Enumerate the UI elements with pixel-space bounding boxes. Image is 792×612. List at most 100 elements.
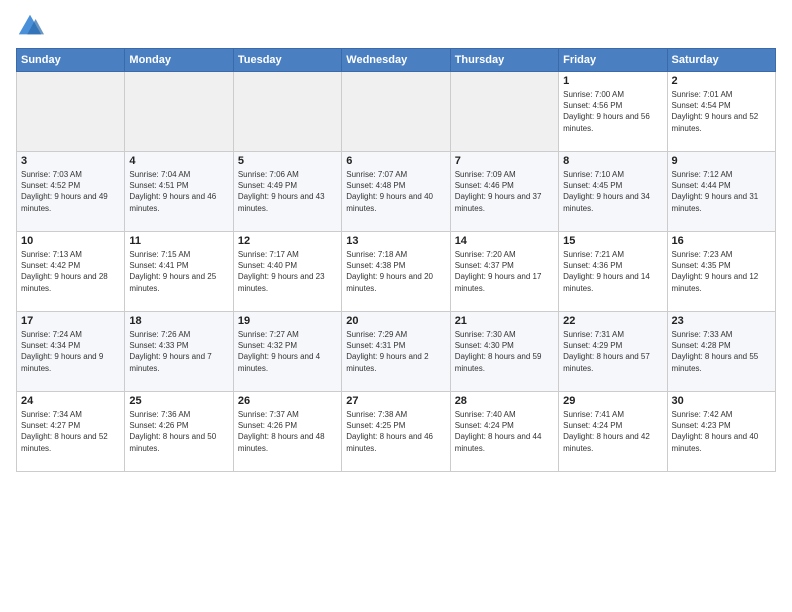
day-cell-29: 29 Sunrise: 7:41 AM Sunset: 4:24 PM Dayli… xyxy=(559,392,667,472)
day-number: 17 xyxy=(21,315,120,327)
day-number: 2 xyxy=(672,75,771,87)
day-cell-6: 6 Sunrise: 7:07 AM Sunset: 4:48 PM Daylig… xyxy=(342,152,450,232)
day-cell-9: 9 Sunrise: 7:12 AM Sunset: 4:44 PM Daylig… xyxy=(667,152,775,232)
calendar-table: SundayMondayTuesdayWednesdayThursdayFrid… xyxy=(16,48,776,472)
day-cell-3: 3Sunrise: 7:03 AM Sunset: 4:52 PM Daylig… xyxy=(17,152,125,232)
day-cell-18: 18 Sunrise: 7:26 AM Sunset: 4:33 PM Dayli… xyxy=(125,312,233,392)
day-number: 19 xyxy=(238,315,337,327)
day-info: Sunrise: 7:31 AM Sunset: 4:29 PM Dayligh… xyxy=(563,329,662,374)
day-cell-23: 23 Sunrise: 7:33 AM Sunset: 4:28 PM Dayli… xyxy=(667,312,775,392)
day-info: Sunrise: 7:30 AM Sunset: 4:30 PM Dayligh… xyxy=(455,329,554,374)
day-info: Sunrise: 7:17 AM Sunset: 4:40 PM Dayligh… xyxy=(238,249,337,294)
day-info: Sunrise: 7:37 AM Sunset: 4:26 PM Dayligh… xyxy=(238,409,337,454)
day-number: 18 xyxy=(129,315,228,327)
page: SundayMondayTuesdayWednesdayThursdayFrid… xyxy=(0,0,792,612)
day-info: Sunrise: 7:04 AM Sunset: 4:51 PM Dayligh… xyxy=(129,169,228,214)
week-row-4: 17 Sunrise: 7:24 AM Sunset: 4:34 PM Dayli… xyxy=(17,312,776,392)
day-cell-empty xyxy=(342,72,450,152)
day-cell-25: 25 Sunrise: 7:36 AM Sunset: 4:26 PM Dayli… xyxy=(125,392,233,472)
day-number: 11 xyxy=(129,235,228,247)
day-info: Sunrise: 7:36 AM Sunset: 4:26 PM Dayligh… xyxy=(129,409,228,454)
day-cell-4: 4 Sunrise: 7:04 AM Sunset: 4:51 PM Daylig… xyxy=(125,152,233,232)
day-number: 23 xyxy=(672,315,771,327)
day-number: 27 xyxy=(346,395,445,407)
day-number: 6 xyxy=(346,155,445,167)
day-info: Sunrise: 7:24 AM Sunset: 4:34 PM Dayligh… xyxy=(21,329,120,374)
day-info: Sunrise: 7:01 AM Sunset: 4:54 PM Dayligh… xyxy=(672,89,771,134)
day-cell-5: 5Sunrise: 7:06 AM Sunset: 4:49 PM Daylig… xyxy=(233,152,341,232)
weekday-header-saturday: Saturday xyxy=(667,49,775,72)
day-info: Sunrise: 7:03 AM Sunset: 4:52 PM Dayligh… xyxy=(21,169,120,214)
day-number: 24 xyxy=(21,395,120,407)
day-info: Sunrise: 7:26 AM Sunset: 4:33 PM Dayligh… xyxy=(129,329,228,374)
day-info: Sunrise: 7:10 AM Sunset: 4:45 PM Dayligh… xyxy=(563,169,662,214)
week-row-5: 24 Sunrise: 7:34 AM Sunset: 4:27 PM Dayli… xyxy=(17,392,776,472)
day-number: 20 xyxy=(346,315,445,327)
day-info: Sunrise: 7:21 AM Sunset: 4:36 PM Dayligh… xyxy=(563,249,662,294)
day-number: 16 xyxy=(672,235,771,247)
day-number: 29 xyxy=(563,395,662,407)
day-number: 22 xyxy=(563,315,662,327)
weekday-header-sunday: Sunday xyxy=(17,49,125,72)
weekday-header-thursday: Thursday xyxy=(450,49,558,72)
day-number: 1 xyxy=(563,75,662,87)
day-cell-19: 19 Sunrise: 7:27 AM Sunset: 4:32 PM Dayli… xyxy=(233,312,341,392)
day-cell-24: 24 Sunrise: 7:34 AM Sunset: 4:27 PM Dayli… xyxy=(17,392,125,472)
day-cell-empty xyxy=(450,72,558,152)
header xyxy=(16,12,776,40)
weekday-header-friday: Friday xyxy=(559,49,667,72)
day-info: Sunrise: 7:20 AM Sunset: 4:37 PM Dayligh… xyxy=(455,249,554,294)
day-info: Sunrise: 7:34 AM Sunset: 4:27 PM Dayligh… xyxy=(21,409,120,454)
day-cell-27: 27 Sunrise: 7:38 AM Sunset: 4:25 PM Dayli… xyxy=(342,392,450,472)
day-number: 8 xyxy=(563,155,662,167)
day-cell-28: 28Sunrise: 7:40 AM Sunset: 4:24 PM Dayli… xyxy=(450,392,558,472)
day-info: Sunrise: 7:07 AM Sunset: 4:48 PM Dayligh… xyxy=(346,169,445,214)
day-cell-1: 1 Sunrise: 7:00 AM Sunset: 4:56 PM Daylig… xyxy=(559,72,667,152)
day-info: Sunrise: 7:38 AM Sunset: 4:25 PM Dayligh… xyxy=(346,409,445,454)
day-info: Sunrise: 7:27 AM Sunset: 4:32 PM Dayligh… xyxy=(238,329,337,374)
weekday-header-tuesday: Tuesday xyxy=(233,49,341,72)
day-cell-empty xyxy=(125,72,233,152)
day-info: Sunrise: 7:41 AM Sunset: 4:24 PM Dayligh… xyxy=(563,409,662,454)
day-info: Sunrise: 7:15 AM Sunset: 4:41 PM Dayligh… xyxy=(129,249,228,294)
day-cell-20: 20 Sunrise: 7:29 AM Sunset: 4:31 PM Dayli… xyxy=(342,312,450,392)
day-info: Sunrise: 7:33 AM Sunset: 4:28 PM Dayligh… xyxy=(672,329,771,374)
day-cell-26: 26 Sunrise: 7:37 AM Sunset: 4:26 PM Dayli… xyxy=(233,392,341,472)
logo-icon xyxy=(16,12,44,40)
day-number: 26 xyxy=(238,395,337,407)
day-cell-7: 7Sunrise: 7:09 AM Sunset: 4:46 PM Daylig… xyxy=(450,152,558,232)
day-info: Sunrise: 7:23 AM Sunset: 4:35 PM Dayligh… xyxy=(672,249,771,294)
day-cell-13: 13Sunrise: 7:18 AM Sunset: 4:38 PM Dayli… xyxy=(342,232,450,312)
day-number: 12 xyxy=(238,235,337,247)
weekday-header-monday: Monday xyxy=(125,49,233,72)
week-row-3: 10Sunrise: 7:13 AM Sunset: 4:42 PM Dayli… xyxy=(17,232,776,312)
day-cell-30: 30Sunrise: 7:42 AM Sunset: 4:23 PM Dayli… xyxy=(667,392,775,472)
week-row-1: 1 Sunrise: 7:00 AM Sunset: 4:56 PM Daylig… xyxy=(17,72,776,152)
day-cell-11: 11 Sunrise: 7:15 AM Sunset: 4:41 PM Dayli… xyxy=(125,232,233,312)
day-info: Sunrise: 7:40 AM Sunset: 4:24 PM Dayligh… xyxy=(455,409,554,454)
day-cell-empty xyxy=(233,72,341,152)
day-cell-15: 15Sunrise: 7:21 AM Sunset: 4:36 PM Dayli… xyxy=(559,232,667,312)
day-info: Sunrise: 7:12 AM Sunset: 4:44 PM Dayligh… xyxy=(672,169,771,214)
weekday-header-row: SundayMondayTuesdayWednesdayThursdayFrid… xyxy=(17,49,776,72)
day-info: Sunrise: 7:18 AM Sunset: 4:38 PM Dayligh… xyxy=(346,249,445,294)
day-cell-10: 10Sunrise: 7:13 AM Sunset: 4:42 PM Dayli… xyxy=(17,232,125,312)
logo xyxy=(16,12,48,40)
day-info: Sunrise: 7:42 AM Sunset: 4:23 PM Dayligh… xyxy=(672,409,771,454)
day-number: 21 xyxy=(455,315,554,327)
day-number: 14 xyxy=(455,235,554,247)
day-cell-22: 22 Sunrise: 7:31 AM Sunset: 4:29 PM Dayli… xyxy=(559,312,667,392)
day-number: 10 xyxy=(21,235,120,247)
day-info: Sunrise: 7:00 AM Sunset: 4:56 PM Dayligh… xyxy=(563,89,662,134)
weekday-header-wednesday: Wednesday xyxy=(342,49,450,72)
day-info: Sunrise: 7:09 AM Sunset: 4:46 PM Dayligh… xyxy=(455,169,554,214)
day-number: 25 xyxy=(129,395,228,407)
day-cell-2: 2 Sunrise: 7:01 AM Sunset: 4:54 PM Daylig… xyxy=(667,72,775,152)
day-number: 9 xyxy=(672,155,771,167)
day-number: 4 xyxy=(129,155,228,167)
day-cell-14: 14 Sunrise: 7:20 AM Sunset: 4:37 PM Dayli… xyxy=(450,232,558,312)
day-info: Sunrise: 7:29 AM Sunset: 4:31 PM Dayligh… xyxy=(346,329,445,374)
day-cell-12: 12 Sunrise: 7:17 AM Sunset: 4:40 PM Dayli… xyxy=(233,232,341,312)
day-cell-8: 8 Sunrise: 7:10 AM Sunset: 4:45 PM Daylig… xyxy=(559,152,667,232)
week-row-2: 3Sunrise: 7:03 AM Sunset: 4:52 PM Daylig… xyxy=(17,152,776,232)
